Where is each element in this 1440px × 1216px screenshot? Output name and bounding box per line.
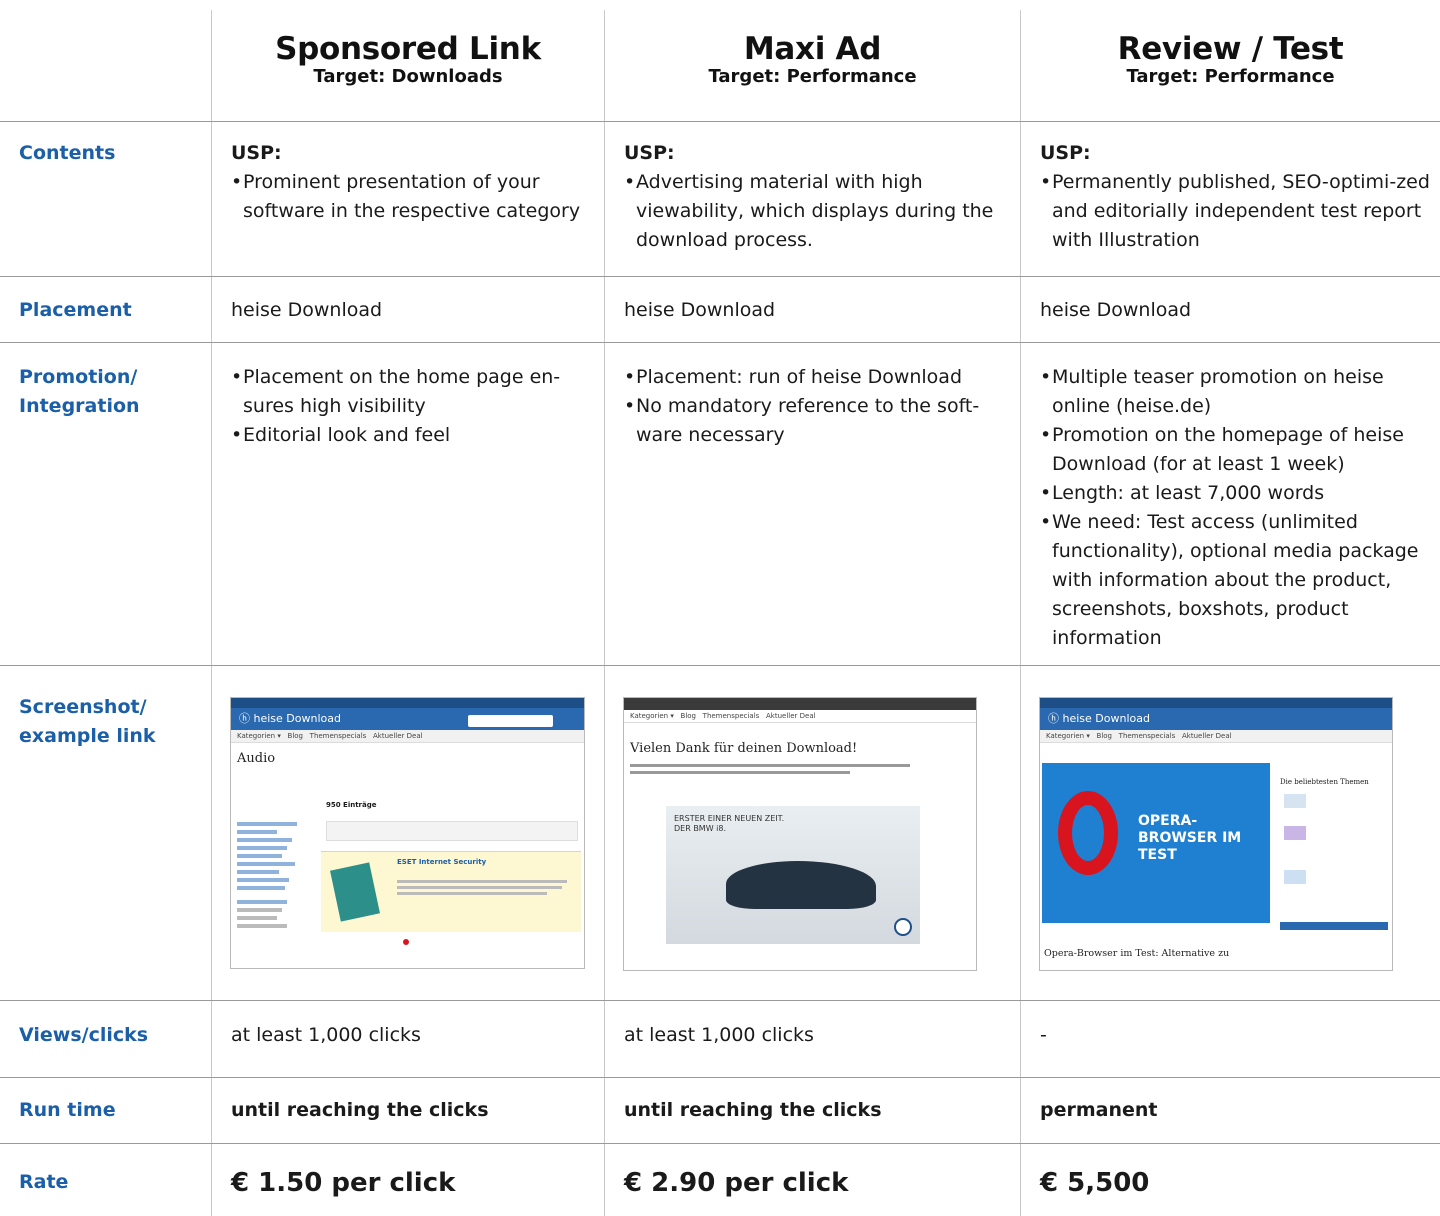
runtime-review-test: permanent	[1040, 1099, 1158, 1121]
screenshot-brand: heise Download	[253, 712, 341, 725]
screenshot-nav: Kategorien ▾ Blog Themenspecials Aktuell…	[1040, 730, 1392, 743]
discount-badge-icon	[403, 939, 409, 945]
column-divider-2	[604, 10, 605, 1216]
bullet-item: Length: at least 7,000 words	[1040, 479, 1425, 508]
placement-sponsored-link: heise Download	[231, 299, 383, 321]
screenshot-banner-text: OPERA-BROWSER IM TEST	[1138, 813, 1242, 863]
screenshot-urlbar	[624, 698, 976, 710]
screenshot-ad-text: ERSTER EINER NEUEN ZEIT. DER BMW i8.	[674, 814, 785, 833]
row-label-screenshot: Screenshot/ example link	[19, 696, 156, 747]
runtime-sponsored-link: until reaching the clicks	[231, 1099, 489, 1121]
screenshot-topbar	[1040, 698, 1392, 708]
bullet-item: Advertising material with high viewabili…	[624, 168, 1016, 255]
product-box-icon	[330, 862, 380, 922]
column-title: Maxi Ad	[743, 31, 882, 67]
bullet-item: Placement on the home page en-sures high…	[231, 363, 591, 421]
search-box	[468, 715, 553, 727]
column-title: Sponsored Link	[275, 31, 541, 67]
screenshot-maxi-ad[interactable]: Kategorien ▾ Blog Themenspecials Aktuell…	[623, 697, 977, 971]
screenshot-heading: Audio	[237, 751, 276, 766]
views-sponsored-link: at least 1,000 clicks	[231, 1024, 421, 1046]
placement-maxi-ad: heise Download	[624, 299, 776, 321]
runtime-maxi-ad: until reaching the clicks	[624, 1099, 882, 1121]
row-label-placement: Placement	[19, 299, 132, 321]
screenshot-side-thumb	[1284, 870, 1306, 884]
views-maxi-ad: at least 1,000 clicks	[624, 1024, 814, 1046]
screenshot-topbar	[231, 698, 584, 708]
screenshot-review-test[interactable]: ⓗ heise Download Kategorien ▾ Blog Theme…	[1039, 697, 1393, 971]
screenshot-brand-bar: ⓗ heise Download	[231, 708, 584, 730]
bullet-item: Editorial look and feel	[231, 421, 591, 450]
screenshot-sort-bar	[326, 821, 578, 841]
column-target: Target: Performance	[1126, 66, 1335, 87]
row-divider	[0, 1143, 1440, 1144]
row-divider	[0, 342, 1440, 343]
row-divider	[0, 1077, 1440, 1078]
column-header-sponsored-link: Sponsored Link Target: Downloads	[212, 32, 604, 88]
screenshot-side-heading: Die beliebtesten Themen	[1280, 778, 1369, 786]
car-image	[726, 861, 876, 909]
contents-maxi-ad: USP: Advertising material with high view…	[624, 139, 1016, 255]
usp-label: USP:	[624, 142, 675, 164]
bmw-logo-icon	[894, 918, 912, 936]
row-divider	[0, 1000, 1440, 1001]
screenshot-ad-banner: ERSTER EINER NEUEN ZEIT. DER BMW i8.	[666, 806, 920, 944]
bullet-item: Prominent presentation of your software …	[231, 168, 596, 226]
column-divider-3	[1020, 10, 1021, 1216]
usp-label: USP:	[1040, 142, 1091, 164]
screenshot-nav: Kategorien ▾ Blog Themenspecials Aktuell…	[624, 710, 976, 723]
screenshot-heading: Vielen Dank für deinen Download!	[630, 741, 858, 756]
promotion-review-test: Multiple teaser promotion on heise onlin…	[1040, 363, 1425, 653]
bullet-item: Promotion on the homepage of heise Downl…	[1040, 421, 1425, 479]
row-label-contents: Contents	[19, 142, 116, 164]
screenshot-sponsored-link[interactable]: ⓗ heise Download Kategorien ▾ Blog Theme…	[230, 697, 585, 969]
screenshot-sidebar	[237, 818, 317, 932]
rate-sponsored-link: € 1.50 per click	[231, 1168, 456, 1198]
row-label-promotion: Promotion/ Integration	[19, 366, 140, 417]
screenshot-article-title: Opera-Browser im Test: Alternative zu	[1044, 948, 1230, 959]
column-header-review-test: Review / Test Target: Performance	[1021, 32, 1440, 88]
column-header-maxi-ad: Maxi Ad Target: Performance	[605, 32, 1020, 88]
rate-review-test: € 5,500	[1040, 1168, 1150, 1198]
row-label-runtime: Run time	[19, 1099, 116, 1121]
column-target: Target: Performance	[708, 66, 917, 87]
screenshot-nav: Kategorien ▾ Blog Themenspecials Aktuell…	[231, 730, 584, 743]
screenshot-side-thumb	[1284, 826, 1306, 840]
screenshot-product: ESET Internet Security	[397, 858, 487, 866]
rate-maxi-ad: € 2.90 per click	[624, 1168, 849, 1198]
screenshot-featured: ESET Internet Security	[321, 851, 581, 932]
column-target: Target: Downloads	[313, 66, 503, 87]
screenshot-brand: heise Download	[1062, 712, 1150, 725]
row-divider	[0, 276, 1440, 277]
screenshot-brand-bar: ⓗ heise Download	[1040, 708, 1392, 730]
screenshot-opera-banner: OPERA-BROWSER IM TEST	[1042, 763, 1270, 923]
row-label-views: Views/clicks	[19, 1024, 149, 1046]
contents-sponsored-link: USP: Prominent presentation of your soft…	[231, 139, 596, 226]
bullet-item: We need: Test access (unlimited function…	[1040, 508, 1425, 653]
contents-review-test: USP: Permanently published, SEO-optimi-z…	[1040, 139, 1430, 255]
promotion-sponsored-link: Placement on the home page en-sures high…	[231, 363, 591, 450]
share-bar	[1280, 922, 1388, 930]
opera-logo-icon	[1058, 791, 1118, 875]
screenshot-count: 950 Einträge	[326, 801, 377, 809]
row-divider	[0, 665, 1440, 666]
row-label-rate: Rate	[19, 1171, 69, 1193]
column-divider-1	[211, 10, 212, 1216]
row-divider	[0, 121, 1440, 122]
heise-logo-icon: ⓗ	[239, 712, 254, 725]
bullet-item: Permanently published, SEO-optimi-zed an…	[1040, 168, 1430, 255]
bullet-item: Placement: run of heise Download	[624, 363, 1009, 392]
heise-logo-icon: ⓗ	[1048, 712, 1063, 725]
views-review-test: -	[1040, 1024, 1047, 1046]
screenshot-side-thumb	[1284, 794, 1306, 808]
usp-label: USP:	[231, 142, 282, 164]
placement-review-test: heise Download	[1040, 299, 1192, 321]
bullet-item: No mandatory reference to the soft-ware …	[624, 392, 1009, 450]
column-title: Review / Test	[1117, 31, 1344, 67]
promotion-maxi-ad: Placement: run of heise Download No mand…	[624, 363, 1009, 450]
bullet-item: Multiple teaser promotion on heise onlin…	[1040, 363, 1425, 421]
